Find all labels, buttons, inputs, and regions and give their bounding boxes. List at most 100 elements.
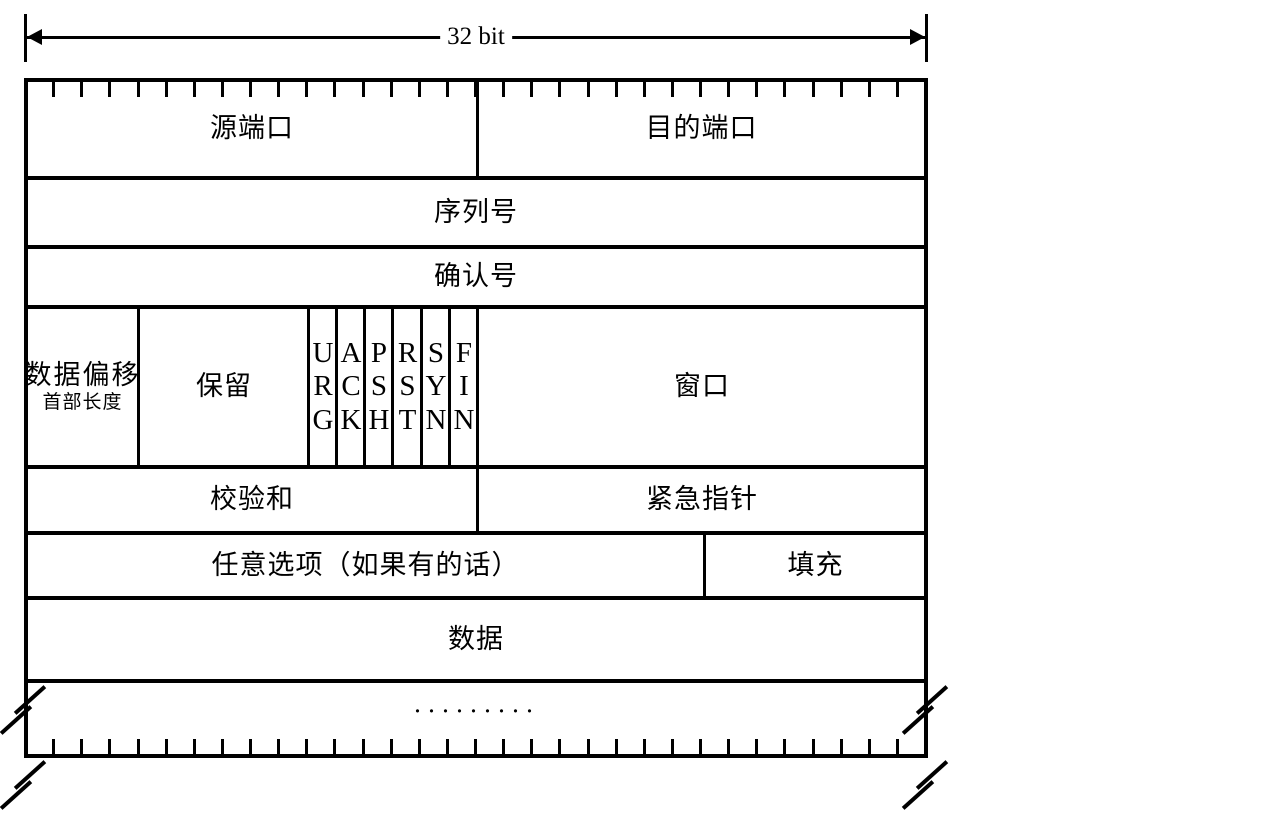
ruler-tick-top-27 — [783, 82, 786, 97]
cell-source-port: 源端口 — [210, 113, 294, 144]
divider-flag-urg-ack — [335, 309, 338, 465]
ruler-tick-bottom-16 — [474, 739, 477, 754]
flag-fin-letter-3: N — [453, 403, 475, 436]
ruler-tick-top-4 — [137, 82, 140, 97]
ruler-tick-bottom-26 — [755, 739, 758, 754]
ruler-tick-bottom-10 — [305, 739, 308, 754]
ruler-tick-top-14 — [418, 82, 421, 97]
divider-flags-window — [476, 309, 479, 465]
flag-fin-letter-1: F — [455, 336, 473, 369]
flag-fin-letter-2: I — [459, 370, 469, 403]
divider-options-padding — [703, 535, 706, 596]
ruler-tick-bottom-17 — [502, 739, 505, 754]
ruler-tick-bottom-6 — [193, 739, 196, 754]
ruler-tick-top-28 — [812, 82, 815, 97]
rule-bottom — [24, 754, 928, 758]
ruler-tick-top-2 — [80, 82, 83, 97]
ruler-tick-bottom-7 — [221, 739, 224, 754]
edge-left — [24, 78, 28, 683]
ruler-tick-bottom-1 — [52, 739, 55, 754]
ruler-tick-bottom-5 — [165, 739, 168, 754]
break-mark-right-cont — [901, 757, 949, 815]
flag-ack: A C K — [339, 309, 363, 465]
ruler-tick-top-3 — [108, 82, 111, 97]
flag-syn-letter-3: N — [425, 403, 447, 436]
ruler-tick-top-5 — [165, 82, 168, 97]
ruler-tick-top-11 — [333, 82, 336, 97]
ruler-tick-top-15 — [446, 82, 449, 97]
ruler-tick-top-22 — [643, 82, 646, 97]
divider-checksum-urgent — [476, 469, 479, 531]
break-mark-left-cont — [0, 757, 47, 815]
ruler-tick-top-20 — [587, 82, 590, 97]
flag-urg-letter-3: G — [312, 403, 334, 436]
flag-psh-letter-1: P — [370, 336, 388, 369]
ruler-tick-bottom-25 — [727, 739, 730, 754]
flag-rst-letter-2: S — [399, 370, 416, 403]
ruler-tick-top-10 — [305, 82, 308, 97]
edge-right — [924, 78, 928, 683]
arrow-right-head-icon — [910, 29, 925, 45]
rule-seq-bottom — [24, 245, 928, 249]
cell-padding: 填充 — [787, 549, 844, 580]
ruler-tick-top-9 — [277, 82, 280, 97]
ruler-tick-top-30 — [868, 82, 871, 97]
flag-ack-letter-3: K — [340, 403, 362, 436]
divider-reserved-flags — [307, 309, 310, 465]
ruler-tick-top-6 — [193, 82, 196, 97]
flag-rst-letter-3: T — [398, 403, 417, 436]
ruler-tick-bottom-31 — [896, 739, 899, 754]
ruler-tick-bottom-22 — [643, 739, 646, 754]
ruler-tick-top-1 — [52, 82, 55, 97]
ruler-tick-bottom-2 — [80, 739, 83, 754]
ruler-tick-top-25 — [727, 82, 730, 97]
ruler-tick-bottom-23 — [671, 739, 674, 754]
scale-right-cap — [925, 14, 928, 62]
ruler-tick-bottom-8 — [249, 739, 252, 754]
ruler-tick-top-16 — [474, 82, 477, 97]
divider-offset-reserved — [137, 309, 140, 465]
flag-urg: U R G — [311, 309, 335, 465]
flag-urg-letter-1: U — [312, 336, 334, 369]
ruler-tick-bottom-3 — [108, 739, 111, 754]
cell-data: 数据 — [448, 623, 504, 654]
ruler-tick-top-23 — [671, 82, 674, 97]
tcp-header-diagram: 32 bit 源端口 目的端口 序列号 确认号 数据偏移 首部长度 保留 U R… — [0, 0, 1268, 810]
divider-flag-syn-fin — [448, 309, 451, 465]
ruler-tick-top-8 — [249, 82, 252, 97]
ruler-tick-bottom-11 — [333, 739, 336, 754]
width-scale-arrow: 32 bit — [24, 14, 928, 62]
data-offset-sub-label: 首部长度 — [42, 392, 123, 414]
ruler-tick-bottom-19 — [558, 739, 561, 754]
flag-fin: F I N — [452, 309, 476, 465]
flag-urg-letter-2: R — [313, 370, 333, 403]
flag-syn-letter-1: S — [427, 336, 445, 369]
cell-checksum: 校验和 — [210, 484, 294, 515]
ruler-tick-top-7 — [221, 82, 224, 97]
flag-rst: R S T — [395, 309, 420, 465]
cell-data-offset: 数据偏移 首部长度 — [25, 309, 139, 465]
divider-flag-psh-rst — [391, 309, 394, 465]
width-scale-label: 32 bit — [440, 22, 512, 52]
flag-ack-letter-2: C — [341, 370, 361, 403]
cell-sequence-number: 序列号 — [434, 196, 518, 227]
ruler-tick-bottom-13 — [390, 739, 393, 754]
cell-window: 窗口 — [674, 371, 730, 402]
ruler-tick-top-17 — [502, 82, 505, 97]
ruler-tick-top-31 — [896, 82, 899, 97]
ruler-tick-top-29 — [840, 82, 843, 97]
ruler-tick-top-18 — [530, 82, 533, 97]
ruler-tick-bottom-29 — [840, 739, 843, 754]
ruler-tick-top-21 — [615, 82, 618, 97]
flag-psh-letter-2: S — [370, 370, 388, 403]
flag-ack-letter-1: A — [340, 336, 362, 369]
flag-psh: P S H — [367, 309, 391, 465]
flag-psh-letter-3: H — [368, 403, 390, 436]
cell-urgent-pointer: 紧急指针 — [646, 484, 758, 515]
ruler-tick-bottom-18 — [530, 739, 533, 754]
cell-continuation: ········· — [413, 695, 539, 726]
flag-rst-letter-1: R — [397, 336, 418, 369]
ruler-tick-top-13 — [390, 82, 393, 97]
rule-cksum-bottom — [24, 531, 928, 535]
divider-flag-ack-psh — [363, 309, 366, 465]
